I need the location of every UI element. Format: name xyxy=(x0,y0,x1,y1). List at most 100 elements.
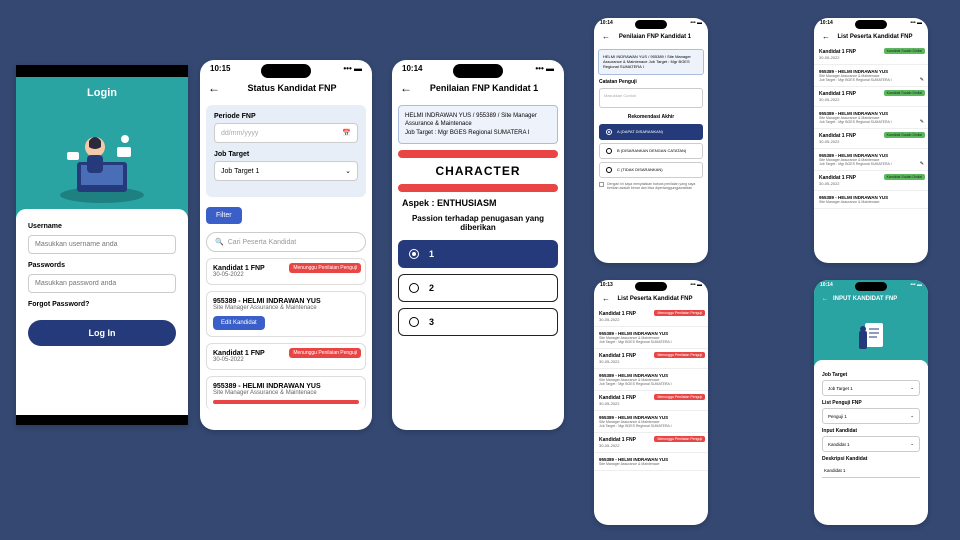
forgot-password-link[interactable]: Forgot Password? xyxy=(28,301,176,308)
chevron-down-icon: ⌄ xyxy=(910,441,914,447)
list-item[interactable]: Kandidat 1 FNP30-05-2022Kandidat Sudah D… xyxy=(814,171,928,191)
login-button[interactable]: Log In xyxy=(28,320,176,346)
status-kandidat-screen: 10:15 ••• ▬ ← Status Kandidat FNP Period… xyxy=(200,60,372,430)
penilaian-screen: 10:14 ••• ▬ ← Penilaian FNP Kandidat 1 H… xyxy=(392,60,564,430)
status-badge: Menunggu Penilaian Penguji xyxy=(289,263,361,273)
hero xyxy=(814,308,928,366)
page-title: Penilaian FNP Kandidat 1 xyxy=(610,34,700,40)
status-icons: ••• ▬ xyxy=(910,282,922,288)
list-item[interactable]: Kandidat 1 FNP30-05-2022Kandidat Sudah D… xyxy=(814,87,928,107)
catatan-input[interactable]: Masukkan Contoh xyxy=(599,88,703,108)
rekom-option-b[interactable]: B (DISARANKAN DENGAN CATATAN) xyxy=(599,143,703,159)
rekom-option-c[interactable]: C (TIDAK DISARANKAN) xyxy=(599,162,703,178)
login-card: Username Passwords Forgot Password? Log … xyxy=(16,209,188,360)
divider xyxy=(398,150,558,158)
list-penguji-select[interactable]: Penguji 1⌄ xyxy=(822,408,920,424)
username-input[interactable] xyxy=(28,235,176,254)
rekom-option-a[interactable]: A (DAPAT DISARANKAN) xyxy=(599,124,703,140)
back-icon[interactable]: ← xyxy=(602,294,610,303)
input-form: Job Target Job Target 1⌄ List Penguji FN… xyxy=(814,360,928,486)
list-item[interactable]: Kandidat 1 FNP30-05-2022Menunggu Penilai… xyxy=(594,391,708,411)
filter-button[interactable]: Filter xyxy=(206,207,242,224)
back-icon[interactable]: ← xyxy=(602,32,610,41)
notch xyxy=(261,64,311,78)
list-peserta-screen-done: 10:14••• ▬ ←List Peserta Kandidat FNP Ka… xyxy=(814,18,928,263)
bottom-bar xyxy=(16,415,188,425)
employee-card: 955389 - HELMI INDRAWAN YUS Site Manager… xyxy=(206,291,366,337)
search-input[interactable]: 🔍 Cari Peserta Kandidat xyxy=(206,232,366,252)
login-illustration xyxy=(47,117,157,207)
edit-kandidat-button[interactable]: Edit Kandidat xyxy=(213,316,265,330)
list-item[interactable]: Kandidat 1 FNP30-05-2022Kandidat Sudah D… xyxy=(814,129,928,149)
radio-icon xyxy=(606,167,612,173)
list-item: 955389 - HELMI INDRAWAN YUSSite Manager … xyxy=(814,149,928,171)
status-badge: Menunggu Penilaian Penguji xyxy=(654,310,705,316)
list-item[interactable]: Kandidat 1 FNP30-05-2022Menunggu Penilai… xyxy=(594,307,708,327)
job-target-select[interactable]: Job Target 1⌄ xyxy=(822,380,920,396)
deskripsi-input[interactable]: Kandidat 1 xyxy=(822,464,920,478)
notch xyxy=(453,64,503,78)
list-peserta-screen-pending: 10:13••• ▬ ←List Peserta Kandidat FNP Ka… xyxy=(594,280,708,525)
username-label: Username xyxy=(28,223,176,230)
list-item: 955389 - HELMI INDRAWAN YUSSite Manager … xyxy=(594,411,708,433)
page-title: INPUT KANDIDAT FNP xyxy=(833,296,897,302)
search-icon: 🔍 xyxy=(215,238,224,246)
status-icons: ••• ▬ xyxy=(535,64,554,73)
input-kandidat-screen: 10:14••• ▬ ← INPUT KANDIDAT FNP Job Targ… xyxy=(814,280,928,525)
back-icon[interactable]: ← xyxy=(822,296,828,302)
clock: 10:14 xyxy=(600,20,613,26)
back-icon[interactable]: ← xyxy=(822,32,830,41)
question-text: Passion terhadap penugasan yang diberika… xyxy=(402,214,554,232)
kandidat-card[interactable]: Kandidat 1 FNP 30-05-2022 Menunggu Penil… xyxy=(206,343,366,370)
job-target-label: Job Target xyxy=(822,372,920,378)
edit-icon[interactable]: ✎ xyxy=(920,161,924,167)
option-2[interactable]: 2 xyxy=(398,274,558,302)
input-kandidat-select[interactable]: Kandidat 1⌄ xyxy=(822,436,920,452)
page-title: List Peserta Kandidat FNP xyxy=(610,296,700,302)
catatan-screen: 10:14 ••• ▬ ←Penilaian FNP Kandidat 1 HEL… xyxy=(594,18,708,263)
employee-card: 955389 - HELMI INDRAWAN YUS Site Manager… xyxy=(206,376,366,410)
login-title: Login xyxy=(87,87,117,99)
option-3[interactable]: 3 xyxy=(398,308,558,336)
top-bar xyxy=(16,65,188,77)
back-icon[interactable]: ← xyxy=(400,81,412,95)
checkbox[interactable] xyxy=(599,182,604,187)
employee-role: Site Manager Assurance & Maintenace xyxy=(213,305,359,311)
list-penguji-label: List Penguji FNP xyxy=(822,400,920,406)
calendar-icon: 📅 xyxy=(342,129,351,137)
periode-label: Periode FNP xyxy=(214,113,358,120)
list-item[interactable]: Kandidat 1 FNP30-05-2022Menunggu Penilai… xyxy=(594,433,708,453)
job-target-select[interactable]: Job Target 1 ⌄ xyxy=(214,161,358,181)
kandidat-card[interactable]: Kandidat 1 FNP 30-05-2022 Menunggu Penil… xyxy=(206,258,366,285)
aspek-label: Aspek : ENTHUSIASM xyxy=(402,198,554,208)
back-icon[interactable]: ← xyxy=(208,81,220,95)
filter-form: Periode FNP dd/mm/yyyy 📅 Job Target Job … xyxy=(206,105,366,197)
input-kandidat-label: Input Kandidat xyxy=(822,428,920,434)
radio-icon xyxy=(606,148,612,154)
clock: 10:14 xyxy=(820,20,833,26)
edit-icon[interactable]: ✎ xyxy=(920,119,924,125)
clock: 10:14 xyxy=(402,64,422,73)
edit-icon[interactable]: ✎ xyxy=(920,77,924,83)
candidate-info: HELMI INDRAWAN YUS / 955389 / Site Manag… xyxy=(598,49,704,75)
chevron-down-icon: ⌄ xyxy=(345,167,351,175)
radio-icon xyxy=(409,249,419,259)
rekomendasi-heading: Rekomendasi Akhir xyxy=(594,114,708,120)
header: ← Status Kandidat FNP xyxy=(200,77,372,99)
periode-input[interactable]: dd/mm/yyyy 📅 xyxy=(214,123,358,143)
candidate-info: HELMI INDRAWAN YUS / 955389 / Site Manag… xyxy=(398,105,558,144)
list-item: 955389 - HELMI INDRAWAN YUSSite Manager … xyxy=(814,107,928,129)
list-item: 955389 - HELMI INDRAWAN YUSSite Manager … xyxy=(814,191,928,209)
status-icons: ••• ▬ xyxy=(690,20,702,26)
password-input[interactable] xyxy=(28,274,176,293)
status-icons: ••• ▬ xyxy=(910,20,922,26)
list-item[interactable]: Kandidat 1 FNP30-05-2022Menunggu Penilai… xyxy=(594,349,708,369)
list-item: 955389 - HELMI INDRAWAN YUSSite Manager … xyxy=(814,65,928,87)
disclaimer: Dengan ini saya menyatakan bahwa penilai… xyxy=(599,182,703,190)
header: ← Penilaian FNP Kandidat 1 xyxy=(392,77,564,99)
radio-icon xyxy=(409,283,419,293)
status-icons: ••• ▬ xyxy=(690,282,702,288)
option-1[interactable]: 1 xyxy=(398,240,558,268)
list-item: 955389 - HELMI INDRAWAN YUSSite Manager … xyxy=(594,327,708,349)
list-item[interactable]: Kandidat 1 FNP30-05-2022Kandidat Sudah D… xyxy=(814,45,928,65)
